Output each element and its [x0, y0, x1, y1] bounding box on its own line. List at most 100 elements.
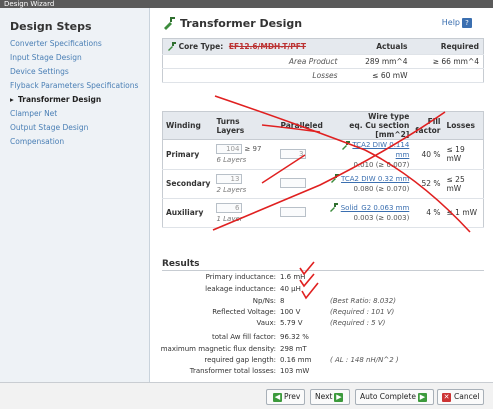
sidebar-item-label: Compensation	[10, 137, 65, 146]
paralleled-input[interactable]	[280, 177, 307, 188]
layers-count: 6 Layers	[216, 156, 247, 165]
sidebar-item-device-settings[interactable]: Device Settings	[0, 65, 149, 79]
auto-complete-label: Auto Complete	[360, 392, 416, 401]
result-row: Primary inductance: 1.6 mH	[150, 272, 493, 283]
col-winding: Winding	[162, 111, 214, 140]
results-title: Results	[162, 259, 200, 269]
result-row: maximum magnetic flux density: 298 mT	[150, 344, 493, 355]
result-value: 0.16 mm	[280, 356, 312, 364]
area-product-required: ≥ 66 mm^4	[411, 54, 484, 69]
turns-input[interactable]: 13	[216, 173, 243, 184]
prev-label: Prev	[284, 392, 301, 401]
result-value: 5.79 V	[280, 319, 303, 327]
result-row: Np/Ns: 8 (Best Ratio: 8.032)	[150, 296, 493, 307]
sidebar-item-compensation[interactable]: Compensation	[0, 135, 149, 149]
sidebar-item-label: Output Stage Design	[10, 123, 89, 132]
select-wire-icon[interactable]	[341, 140, 351, 150]
layers-count: 1 Layer	[216, 214, 243, 223]
col-wire-type: Wire type eq. Cu section [mm^2]	[325, 111, 413, 140]
turns-cell: 6 1 Layer	[213, 198, 278, 228]
main-panel: Transformer Design Help? Core Type: EF12…	[150, 8, 493, 382]
select-wire-icon[interactable]	[330, 174, 339, 184]
table-row: Primary 104 ≥ 97 6 Layers 3 TCA2 DIW 0.11…	[162, 139, 484, 170]
wire-cell: TCA2 DIW 0.32 mm 0.080 (≥ 0.070)	[325, 169, 413, 199]
core-table: Core Type: EF12.6/MDH-T/PFT Actuals Requ…	[162, 38, 484, 83]
result-value: 40 µH	[280, 285, 301, 293]
result-note: ( AL : 148 nH/N^2 )	[330, 356, 399, 364]
wizard-footer: ◀ Prev Next ▶ Auto Complete ▶ ✕ Cancel	[0, 382, 493, 409]
winding-name: Primary	[162, 139, 214, 170]
sidebar-item-transformer-design[interactable]: ▸ Transformer Design	[0, 93, 149, 107]
winding-losses: ≤ 25 mW	[443, 169, 484, 199]
result-value: 1.6 mH	[280, 273, 306, 281]
core-type-label: Core Type:	[178, 41, 224, 51]
paralleled-input[interactable]	[280, 206, 307, 217]
sidebar-item-flyback-parameters[interactable]: Flyback Parameters Specifications	[0, 79, 149, 93]
paralleled-cell	[277, 198, 326, 228]
result-note: (Required : 5 V)	[330, 319, 386, 327]
sidebar-item-label: Device Settings	[10, 67, 69, 76]
result-value: 8	[280, 297, 285, 305]
col-paralleled: Paralleled	[277, 111, 326, 140]
page-header: Transformer Design Help?	[162, 16, 482, 34]
col-required: Required	[411, 38, 484, 55]
wire-type-link[interactable]: TCA2 DIW 0.32 mm	[341, 175, 409, 183]
help-label: Help	[441, 18, 460, 27]
core-type-link[interactable]: EF12.6/MDH-T/PFT	[229, 42, 306, 51]
result-note: (Required : 101 V)	[330, 308, 395, 316]
wire-type-link[interactable]: TCA2 DIW 0.114 mm	[352, 141, 409, 159]
col-wire-label: Wire type	[368, 112, 410, 121]
sidebar-item-clamper-net[interactable]: Clamper Net	[0, 107, 149, 121]
result-label: total Aw fill factor:	[212, 333, 276, 341]
turns-required: ≥ 97	[244, 145, 262, 154]
window-title: Design Wizard	[0, 0, 493, 8]
core-type-cell: Core Type: EF12.6/MDH-T/PFT	[162, 38, 342, 55]
arrow-left-icon: ◀	[273, 392, 282, 402]
col-wire-sub-label: eq. Cu section [mm^2]	[349, 121, 410, 139]
result-row: Transformer total losses: 103 mW	[150, 366, 493, 377]
winding-name: Secondary	[162, 169, 214, 199]
table-row: Area Product 289 mm^4 ≥ 66 mm^4	[162, 54, 484, 69]
winding-table-header: Winding Turns Layers Paralleled Wire type…	[162, 111, 484, 140]
current-step-arrow-icon: ▸	[10, 95, 14, 104]
cancel-label: Cancel	[454, 392, 480, 401]
col-losses: Losses	[443, 111, 484, 140]
area-product-actual: 289 mm^4	[341, 54, 412, 69]
sidebar-item-converter-specifications[interactable]: Converter Specifications	[0, 37, 149, 51]
turns-input[interactable]: 104	[216, 144, 243, 155]
turns-input[interactable]: 6	[216, 202, 243, 213]
select-wire-icon[interactable]	[329, 203, 339, 213]
fast-forward-icon: ▶	[417, 392, 427, 402]
table-row: Auxiliary 6 1 Layer Solid_G2 0.063 mm 0.…	[162, 198, 484, 228]
table-row: Secondary 13 2 Layers TCA2 DIW 0.32 mm 0…	[162, 169, 484, 199]
winding-name: Auxiliary	[162, 198, 214, 228]
wrench-icon	[164, 17, 175, 30]
area-product-label: Area Product	[162, 54, 342, 69]
fill-factor: 4 %	[412, 198, 444, 228]
next-button[interactable]: Next ▶	[310, 389, 351, 405]
wire-cell: Solid_G2 0.063 mm 0.003 (≥ 0.003)	[325, 198, 413, 228]
wire-section: 0.010 (≥ 0.007)	[353, 160, 410, 169]
auto-complete-button[interactable]: Auto Complete ▶	[355, 389, 434, 405]
paralleled-input[interactable]: 3	[280, 149, 307, 160]
cancel-button[interactable]: ✕ Cancel	[437, 389, 485, 405]
col-turns: Turns Layers	[213, 111, 278, 140]
select-core-icon[interactable]	[167, 42, 176, 52]
fill-factor: 52 %	[412, 169, 444, 199]
wire-type-link[interactable]: Solid_G2 0.063 mm	[341, 204, 410, 212]
result-row: total Aw fill factor: 96.32 %	[150, 332, 493, 343]
sidebar-item-input-stage-design[interactable]: Input Stage Design	[0, 51, 149, 65]
result-label: Vaux:	[256, 319, 276, 327]
sidebar-item-label: Input Stage Design	[10, 53, 82, 62]
wire-section: 0.080 (≥ 0.070)	[353, 185, 410, 194]
cancel-icon: ✕	[442, 392, 451, 402]
help-link[interactable]: Help?	[442, 18, 472, 28]
prev-button[interactable]: ◀ Prev	[266, 389, 306, 405]
sidebar-item-output-stage-design[interactable]: Output Stage Design	[0, 121, 149, 135]
result-value: 100 V	[280, 308, 301, 316]
col-actuals: Actuals	[341, 38, 412, 55]
next-label: Next	[315, 392, 333, 401]
arrow-right-icon: ▶	[334, 392, 344, 402]
sidebar-title: Design Steps	[10, 20, 92, 33]
turns-cell: 13 2 Layers	[213, 169, 278, 199]
